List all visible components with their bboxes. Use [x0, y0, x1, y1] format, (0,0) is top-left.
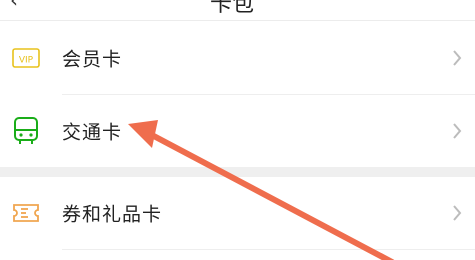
- menu-item-label: 券和礼品卡: [62, 203, 163, 226]
- ticket-icon: [12, 202, 40, 228]
- section-gap: [0, 167, 475, 177]
- vip-card-icon: VIP: [12, 48, 40, 72]
- title-bar: ‹ 卡包: [0, 0, 475, 21]
- back-button[interactable]: ‹: [10, 0, 18, 12]
- menu-item-label: 会员卡: [62, 48, 123, 71]
- chevron-right-icon: [453, 50, 462, 66]
- menu-item-transit-card[interactable]: 交通卡: [0, 95, 475, 167]
- bus-icon: [12, 116, 40, 150]
- chevron-right-icon: [453, 205, 462, 221]
- menu-item-member-card[interactable]: VIP 会员卡: [0, 22, 475, 94]
- menu-item-label: 交通卡: [62, 121, 123, 144]
- chevron-right-icon: [453, 123, 462, 139]
- page-title: 卡包: [210, 0, 255, 17]
- divider: [62, 249, 475, 250]
- menu-item-coupons-gift-cards[interactable]: 券和礼品卡: [0, 177, 475, 249]
- svg-text:VIP: VIP: [19, 56, 34, 66]
